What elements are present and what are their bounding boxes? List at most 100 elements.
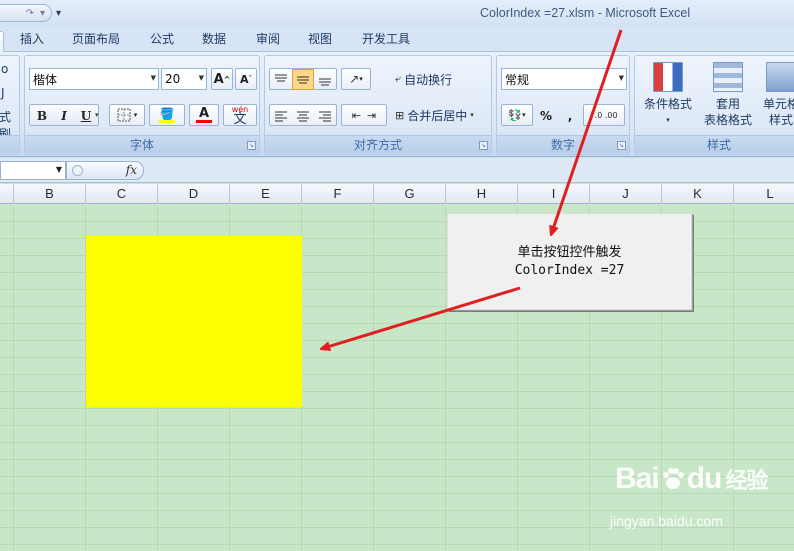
font-dialog-launcher-icon[interactable]: ↘ (247, 141, 256, 150)
chevron-down-icon[interactable]: ▼ (199, 74, 204, 82)
phonetic-guide-button[interactable]: wén 文 (223, 104, 257, 126)
tab-page-layout[interactable]: 页面布局 (68, 31, 124, 52)
chevron-down-icon: ▾ (470, 111, 474, 119)
formula-bar: ▼ fx (0, 158, 794, 183)
chevron-down-icon[interactable]: ▼ (151, 74, 156, 82)
undo-redo-pill[interactable]: ↷ ▾ (0, 4, 52, 22)
yellow-filled-range[interactable] (86, 236, 302, 407)
align-left-button[interactable] (270, 105, 292, 126)
fill-color-swatch (159, 119, 175, 123)
column-header-d[interactable]: D (158, 184, 230, 204)
column-header-j[interactable]: J (590, 184, 662, 204)
cell-styles-button[interactable]: 单元格 样式 (755, 62, 794, 128)
border-icon (117, 108, 131, 122)
align-middle-icon (297, 76, 309, 83)
column-header-i[interactable]: I (518, 184, 590, 204)
grid-line (445, 205, 446, 551)
column-header-h[interactable]: H (446, 184, 518, 204)
tab-review[interactable]: 审阅 (252, 31, 284, 52)
tab-insert[interactable]: 插入 (16, 31, 48, 52)
chevron-down-icon: ▾ (133, 111, 138, 119)
chevron-down-icon[interactable]: ▼ (619, 74, 624, 82)
decimal-buttons: ⁺.0 .00 (583, 104, 625, 126)
merge-center-button[interactable]: ⊞ 合并后居中 ▾ (395, 105, 474, 125)
increase-decimal-icon[interactable]: ⁺.0 (590, 111, 602, 120)
tab-home-partial[interactable] (0, 31, 4, 52)
underline-button[interactable]: U (75, 105, 97, 126)
underline-dropdown-icon[interactable]: ▾ (95, 111, 99, 119)
column-header-partial[interactable] (0, 184, 14, 204)
align-right-button[interactable] (314, 105, 336, 126)
chevron-down-icon: ▾ (359, 75, 363, 83)
insert-function-button[interactable]: fx (126, 163, 137, 177)
macro-button-line-1: 单击按钮控件触发 (517, 245, 622, 260)
font-color-button[interactable]: A (189, 104, 219, 126)
number-format-value: 常规 (505, 72, 530, 87)
formula-toggle-icon[interactable] (72, 165, 83, 176)
merge-icon: ⊞ (395, 108, 405, 122)
column-header-l[interactable]: L (734, 184, 794, 204)
merge-center-label: 合并后居中 (407, 108, 468, 123)
tab-data[interactable]: 数据 (198, 31, 230, 52)
orientation-button[interactable]: ↗ ▾ (341, 68, 371, 90)
group-number: 常规 ▼ 💱 ▾ % , ⁺.0 .00 数字 ↘ (496, 55, 630, 155)
column-header-f[interactable]: F (302, 184, 374, 204)
number-format-select[interactable]: 常规 ▼ (501, 68, 627, 90)
font-size-select[interactable]: 20 ▼ (161, 68, 207, 90)
fill-color-button[interactable]: 🪣 (149, 104, 185, 126)
column-header-b[interactable]: B (14, 184, 86, 204)
decrease-decimal-icon[interactable]: .00 (605, 111, 618, 120)
conditional-format-button[interactable]: 条件格式 ▾ (639, 62, 697, 128)
column-header-c[interactable]: C (86, 184, 158, 204)
indent-strip: ⇤ ⇥ (341, 104, 387, 126)
shrink-font-label: A (239, 72, 249, 86)
group-alignment: ↗ ▾ ⤶ 自动换行 ⇤ ⇥ ⊞ 合并后居中 ▾ 对齐方式 ↘ (264, 55, 492, 155)
borders-button[interactable]: ▾ (109, 104, 145, 126)
grid-line (733, 205, 734, 551)
customize-qat-icon[interactable]: ▾ (56, 8, 61, 19)
group-label-clipboard (0, 135, 19, 153)
font-size-value: 20 (165, 72, 181, 86)
shrink-font-button[interactable]: Aˇ (235, 68, 257, 90)
title-bar: ↷ ▾ ▾ ColorIndex =27.xlsm - Microsoft Ex… (0, 0, 794, 27)
name-box[interactable]: ▼ (0, 161, 66, 180)
column-header-e[interactable]: E (230, 184, 302, 204)
chevron-down-icon[interactable]: ▼ (56, 165, 62, 174)
align-top-button[interactable] (270, 69, 292, 90)
tab-formulas[interactable]: 公式 (146, 31, 178, 52)
decrease-indent-icon[interactable]: ⇤ (352, 109, 361, 122)
number-dialog-launcher-icon[interactable]: ↘ (617, 141, 626, 150)
tab-developer[interactable]: 开发工具 (358, 31, 414, 52)
macro-trigger-button[interactable]: 单击按钮控件触发 ColorIndex =27 (447, 213, 692, 310)
column-header-g[interactable]: G (374, 184, 446, 204)
group-font: 楷体 ▼ 20 ▼ A ^ Aˇ B I U ▾ ▾ 🪣 A wén 文 字体 … (24, 55, 260, 155)
clipboard-partial-1[interactable]: o (1, 62, 8, 76)
wrap-text-button[interactable]: ⤶ 自动换行 (395, 69, 452, 89)
bold-button[interactable]: B (31, 105, 53, 126)
conditional-format-label: 条件格式 (643, 97, 692, 111)
align-bottom-icon (319, 78, 331, 85)
grid-line (13, 205, 14, 551)
formula-controls: fx (66, 161, 144, 180)
comma-button[interactable]: , (559, 105, 581, 126)
font-name-select[interactable]: 楷体 ▼ (29, 68, 159, 90)
text-orientation-icon: ↗ (349, 72, 360, 86)
format-as-table-button[interactable]: 套用 表格格式 (699, 62, 757, 128)
chevron-down-icon[interactable]: ▾ (40, 8, 45, 19)
italic-button[interactable]: I (53, 105, 75, 126)
redo-icon[interactable]: ↷ (26, 8, 34, 19)
percent-button[interactable]: % (535, 105, 557, 126)
align-center-button[interactable] (292, 105, 314, 126)
tab-view[interactable]: 视图 (304, 31, 336, 52)
accounting-format-button[interactable]: 💱 ▾ (501, 104, 533, 126)
align-bottom-button[interactable] (314, 69, 336, 90)
increase-indent-icon[interactable]: ⇥ (367, 109, 376, 122)
caret-down-icon: ˇ (248, 75, 253, 83)
grow-font-button[interactable]: A ^ (211, 68, 233, 90)
clipboard-partial-2[interactable]: J (1, 86, 5, 100)
align-middle-button[interactable] (292, 69, 314, 90)
column-header-k[interactable]: K (662, 184, 734, 204)
group-label-alignment: 对齐方式 (265, 135, 491, 153)
alignment-dialog-launcher-icon[interactable]: ↘ (479, 141, 488, 150)
font-name-value: 楷体 (33, 72, 58, 87)
